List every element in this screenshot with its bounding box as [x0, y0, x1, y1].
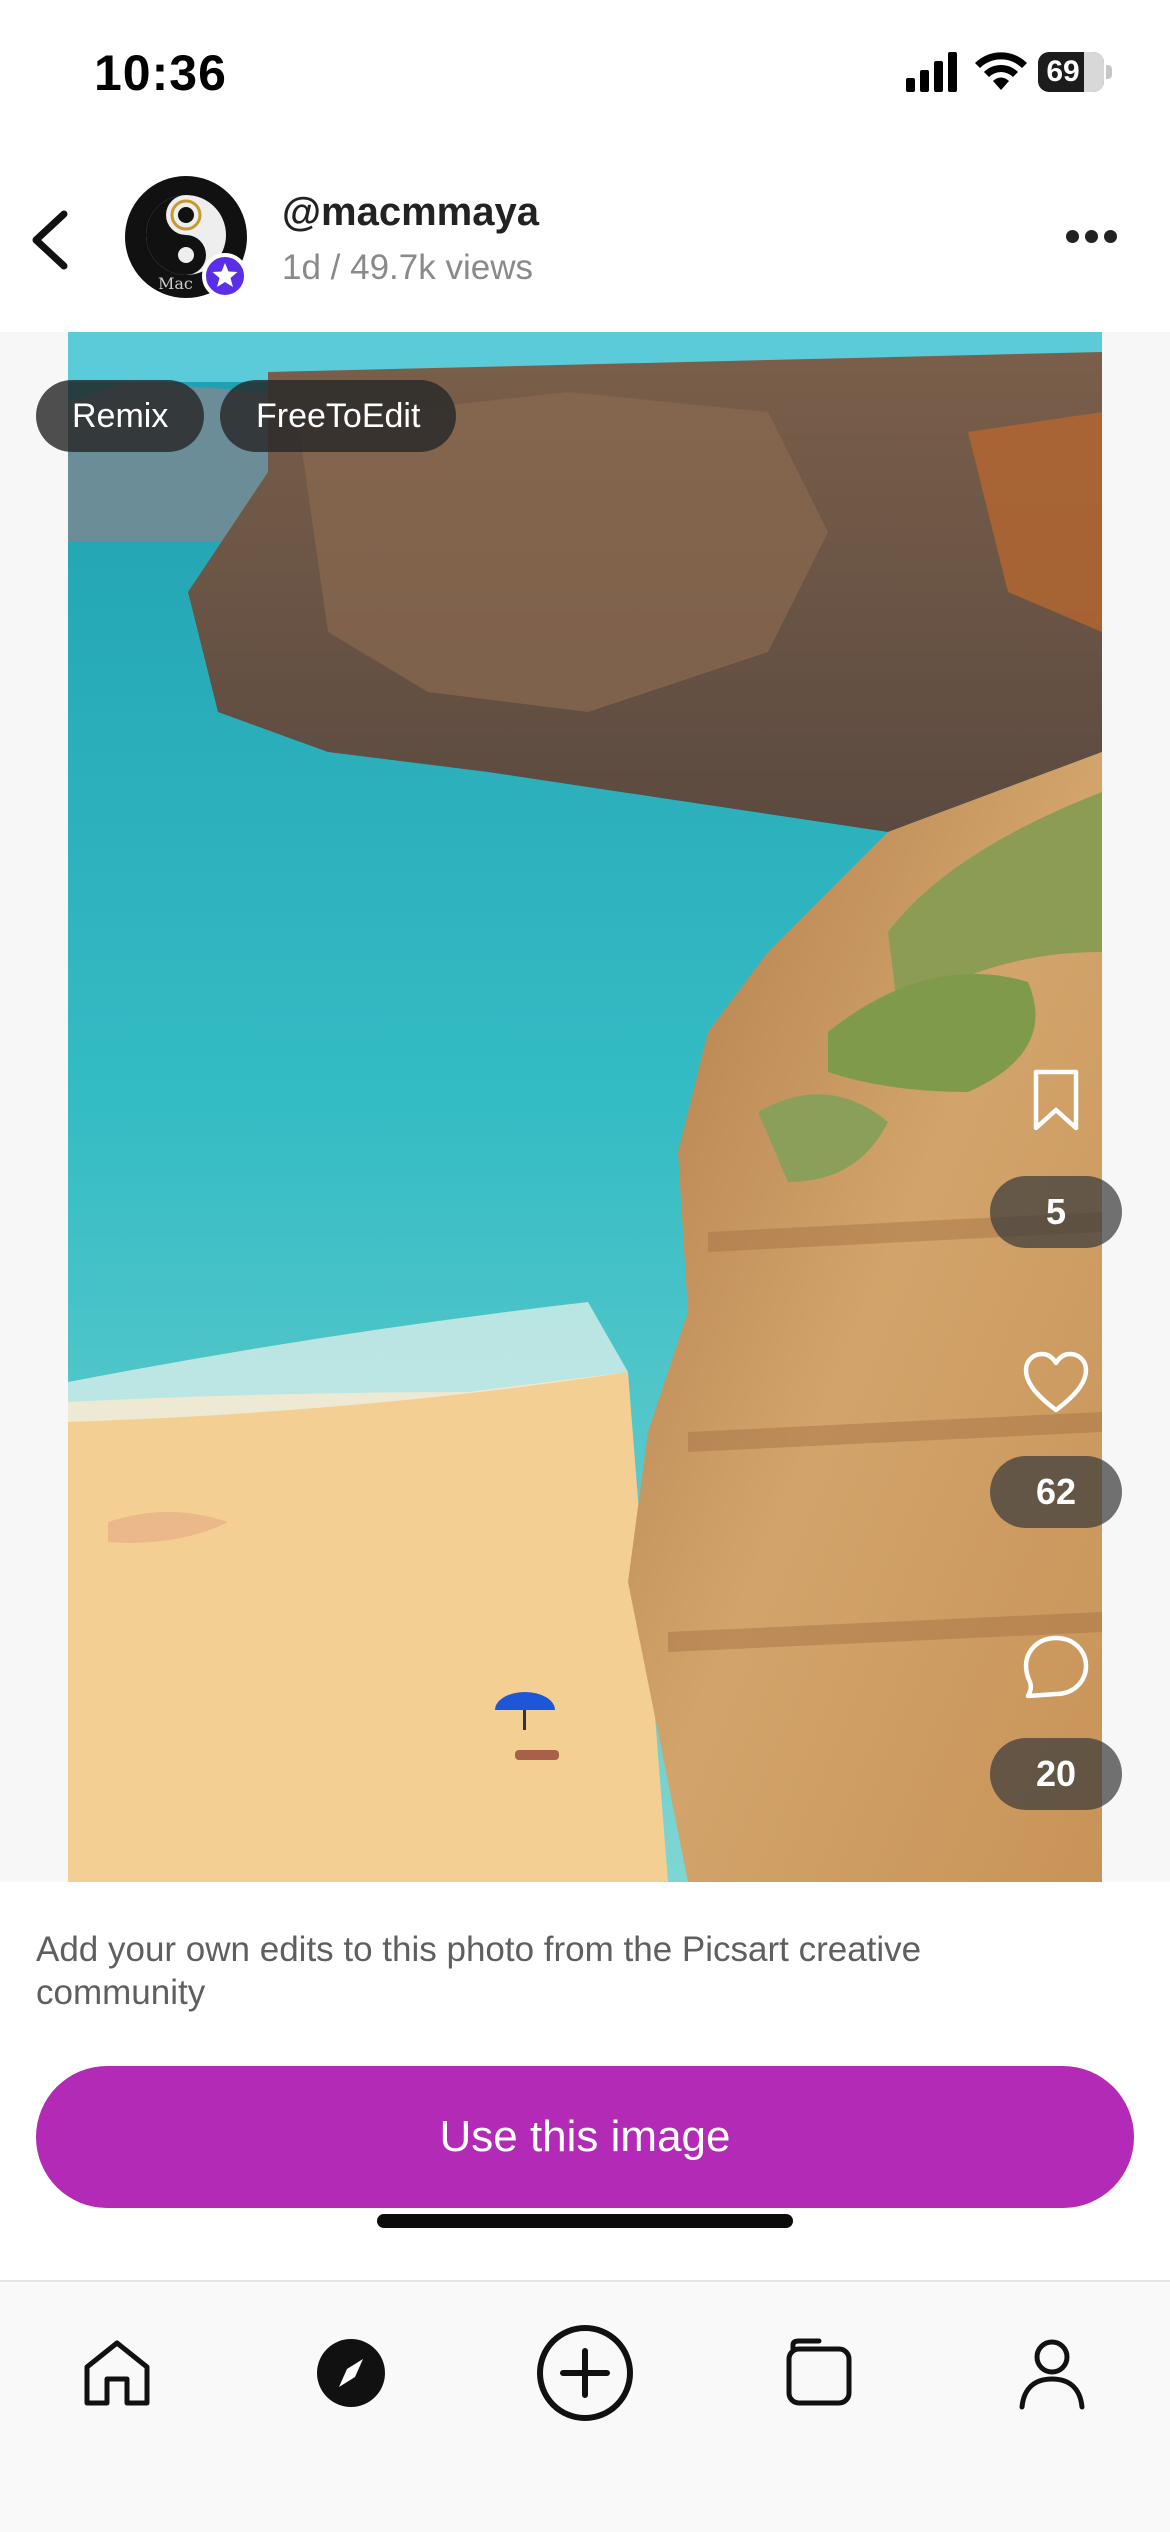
post-description: Add your own edits to this photo from th…	[36, 1930, 922, 2012]
comment-icon[interactable]	[1022, 1634, 1090, 1702]
home-icon[interactable]	[62, 2318, 172, 2428]
post-photo[interactable]	[68, 332, 1102, 1882]
comment-count: 20	[990, 1738, 1122, 1810]
use-this-image-button[interactable]: Use this image	[36, 2066, 1134, 2208]
tag-freetoedit[interactable]: FreeToEdit	[220, 380, 457, 452]
chevron-left-icon[interactable]	[22, 202, 82, 278]
bottom-nav	[0, 2280, 1170, 2532]
battery-level: 69	[1046, 55, 1080, 88]
like-count: 62	[990, 1456, 1122, 1528]
post-meta: 1d / 49.7k views	[282, 248, 533, 287]
home-indicator	[377, 2214, 793, 2228]
svg-text:Mac: Mac	[158, 274, 193, 293]
wifi-icon	[975, 52, 1027, 90]
profile-icon[interactable]	[997, 2318, 1107, 2428]
status-time: 10:36	[94, 45, 227, 101]
bookmark-icon[interactable]	[1022, 1066, 1090, 1134]
save-count: 5	[990, 1176, 1122, 1248]
post-header: Mac @macmmaya 1d / 49.7k views	[0, 160, 1170, 332]
verified-star-icon	[202, 253, 248, 299]
create-icon[interactable]	[530, 2318, 640, 2428]
cellular-signal-icon	[906, 52, 957, 92]
username[interactable]: @macmmaya	[282, 190, 539, 235]
ellipsis-icon[interactable]	[1066, 230, 1130, 260]
battery-icon: 69	[1038, 52, 1112, 92]
explore-icon[interactable]	[296, 2318, 406, 2428]
status-bar: 10:36 69	[0, 0, 1170, 150]
post-image-area: Remix FreeToEdit 5 62 20	[0, 332, 1170, 1882]
heart-icon[interactable]	[1022, 1350, 1090, 1418]
tag-remix[interactable]: Remix	[36, 380, 205, 452]
collections-icon[interactable]	[764, 2318, 874, 2428]
